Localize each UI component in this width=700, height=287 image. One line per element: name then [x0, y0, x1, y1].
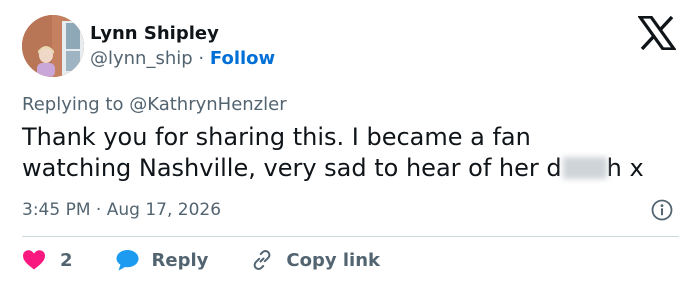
- heart-icon: [22, 249, 46, 271]
- copy-link-label: Copy link: [286, 249, 380, 271]
- reply-label: Reply: [151, 249, 209, 271]
- tweet-line-2: watching Nashville, very sad to hear of …: [22, 153, 692, 184]
- tweet-date[interactable]: Aug 17, 2026: [107, 200, 221, 220]
- replying-to: Replying to @KathrynHenzler: [22, 93, 287, 117]
- like-count: 2: [60, 249, 73, 271]
- info-icon[interactable]: [651, 199, 673, 221]
- link-icon: [250, 248, 274, 272]
- author-name[interactable]: Lynn Shipley: [90, 22, 219, 46]
- replying-to-mention[interactable]: @KathrynHenzler: [129, 94, 286, 115]
- divider: [22, 236, 679, 237]
- handle-separator: ·: [198, 48, 205, 69]
- censor-blur: [562, 157, 607, 179]
- reply-button[interactable]: Reply: [103, 248, 209, 272]
- author-handle-row: @lynn_ship · Follow: [90, 47, 275, 71]
- tweet-meta: 3:45 PM · Aug 17, 2026: [22, 198, 221, 222]
- follow-button[interactable]: Follow: [210, 48, 275, 69]
- tweet-text: Thank you for sharing this. I became a f…: [22, 122, 692, 184]
- tweet-line-2-start: watching Nashville, very sad to hear of …: [22, 154, 562, 182]
- like-button[interactable]: 2: [22, 249, 73, 271]
- speech-bubble-icon: [115, 248, 140, 272]
- copy-link-button[interactable]: Copy link: [238, 248, 380, 272]
- avatar[interactable]: [22, 15, 84, 77]
- replying-to-prefix: Replying to: [22, 94, 124, 115]
- tweet-time[interactable]: 3:45 PM: [22, 200, 91, 220]
- tweet-line-1: Thank you for sharing this. I became a f…: [22, 123, 531, 151]
- author-handle[interactable]: @lynn_ship: [90, 48, 193, 69]
- tweet-line-2-end: h x: [606, 154, 644, 182]
- x-logo[interactable]: [636, 15, 678, 51]
- action-bar: 2 Reply Copy link: [22, 246, 380, 274]
- meta-separator: ·: [95, 200, 102, 220]
